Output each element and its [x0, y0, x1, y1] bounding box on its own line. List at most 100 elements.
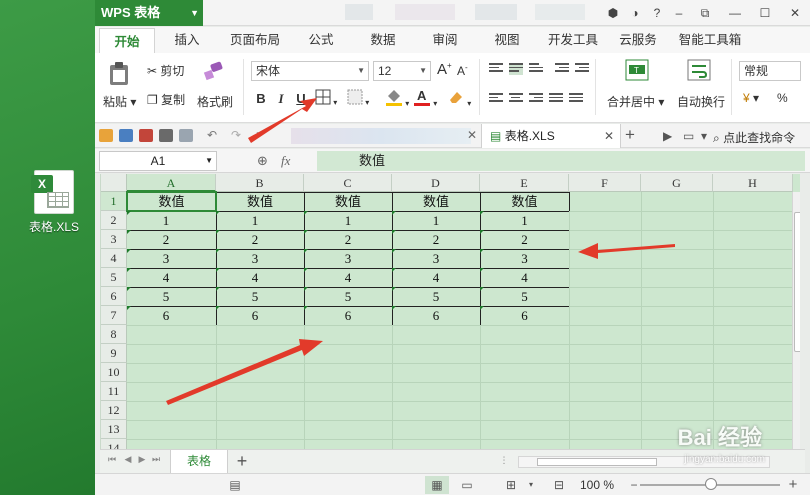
font-size-select[interactable]: 12 ▼ — [373, 61, 431, 81]
help-icon[interactable]: ? — [646, 6, 668, 20]
table-cell[interactable]: 4 — [304, 268, 392, 287]
underline-button[interactable]: U — [293, 91, 309, 106]
table-cell[interactable]: 2 — [480, 230, 569, 249]
table-cell[interactable]: 5 — [392, 287, 480, 306]
table-cell[interactable]: 1 — [216, 211, 294, 230]
row-header[interactable]: 2 — [101, 211, 127, 230]
minimize-window-icon[interactable]: — — [720, 6, 750, 20]
clear-format-button[interactable]: ▾ — [447, 88, 471, 109]
minimize-ribbon-icon[interactable]: – — [668, 6, 690, 20]
row-header[interactable]: 7 — [101, 306, 127, 325]
table-cell[interactable]: 6 — [127, 306, 205, 325]
new-tab-button[interactable]: + — [625, 125, 635, 145]
select-all-corner[interactable] — [101, 174, 127, 192]
table-cell[interactable]: 5 — [127, 287, 205, 306]
table-cell[interactable]: 1 — [304, 211, 392, 230]
row-header[interactable]: 3 — [101, 230, 127, 249]
column-header-d[interactable]: D — [392, 174, 480, 192]
borders-button[interactable]: ▾ — [315, 89, 337, 108]
tab-data[interactable]: 数据 — [363, 27, 403, 53]
wrap-text-button[interactable]: 自动换行 — [677, 93, 725, 110]
percent-button[interactable]: % — [777, 91, 788, 105]
column-header-c[interactable]: C — [304, 174, 392, 192]
decrease-indent-icon[interactable] — [555, 63, 569, 75]
table-cell[interactable]: 2 — [304, 230, 392, 249]
table-cell[interactable]: 5 — [216, 287, 294, 306]
font-name-select[interactable]: 宋体 ▼ — [251, 61, 369, 81]
table-cell[interactable]: 2 — [127, 230, 205, 249]
copy-button[interactable]: ❐ 复制 — [147, 91, 185, 108]
tab-developer[interactable]: 开发工具 — [543, 27, 603, 53]
column-header-b[interactable]: B — [216, 174, 304, 192]
print-icon[interactable] — [159, 129, 173, 142]
name-box[interactable]: A1 ▼ — [99, 151, 217, 171]
skin-icon[interactable]: ⬢ — [602, 6, 624, 20]
vertical-scrollbar[interactable] — [792, 192, 800, 449]
tab-home[interactable]: 开始 — [99, 28, 155, 54]
tab-menu-icon[interactable]: ⋮ — [498, 455, 510, 466]
formula-input[interactable]: 数值 — [317, 151, 805, 171]
tab-view[interactable]: 视图 — [487, 27, 527, 53]
page-layout-icon[interactable]: ▭ — [455, 476, 479, 494]
close-tab-icon[interactable]: ✕ — [604, 124, 614, 148]
table-cell[interactable]: 5 — [480, 287, 569, 306]
table-cell[interactable]: 3 — [216, 249, 294, 268]
table-cell[interactable]: 3 — [392, 249, 480, 268]
paste-label-button[interactable]: 粘贴 ▾ — [103, 93, 136, 110]
table-cell[interactable]: 4 — [216, 268, 294, 287]
insert-function-button[interactable]: fx — [281, 151, 290, 171]
export-pdf-icon[interactable] — [139, 129, 153, 142]
table-cell[interactable]: 3 — [304, 249, 392, 268]
save-icon[interactable] — [119, 129, 133, 142]
table-cell[interactable]: 4 — [392, 268, 480, 287]
column-header-f[interactable]: F — [569, 174, 641, 192]
tab-page-layout[interactable]: 页面布局 — [225, 27, 285, 53]
spreadsheet-grid[interactable]: A B C D E F G H 1 2 3 4 5 6 7 8 9 10 11 … — [100, 174, 800, 449]
table-cell[interactable]: 4 — [480, 268, 569, 287]
table-cell[interactable]: 5 — [304, 287, 392, 306]
zoom-slider-handle[interactable] — [705, 478, 717, 490]
app-menu-button[interactable]: WPS 表格 ▼ — [95, 0, 203, 26]
row-header[interactable]: 9 — [101, 344, 127, 363]
table-header-cell[interactable]: 数值 — [480, 192, 569, 211]
currency-button[interactable]: ¥ ▾ — [743, 91, 759, 105]
paste-button[interactable] — [107, 61, 131, 87]
fill-color-button[interactable]: ▾ — [385, 88, 409, 109]
table-cell[interactable]: 1 — [480, 211, 569, 230]
row-header[interactable]: 11 — [101, 382, 127, 401]
table-cell[interactable]: 6 — [216, 306, 294, 325]
table-cell[interactable]: 2 — [216, 230, 294, 249]
table-cell[interactable]: 2 — [392, 230, 480, 249]
table-cell[interactable]: 6 — [304, 306, 392, 325]
maximize-window-icon[interactable]: ☐ — [750, 6, 780, 20]
format-painter-icon[interactable] — [201, 61, 225, 86]
chevron-down-icon[interactable]: ▾ — [519, 476, 543, 494]
redo-icon[interactable]: ↷ — [231, 128, 241, 142]
tab-cloud[interactable]: 云服务 — [613, 27, 663, 53]
table-header-cell[interactable]: 数值 — [392, 192, 480, 211]
open-folder-icon[interactable] — [99, 129, 113, 142]
add-sheet-button[interactable]: + — [232, 450, 252, 474]
cut-button[interactable]: ✂ 剪切 — [147, 62, 184, 79]
scroll-thumb[interactable] — [537, 458, 657, 466]
undo-icon[interactable]: ↶ — [207, 128, 217, 142]
table-cell[interactable]: 6 — [392, 306, 480, 325]
sheet-tab-active[interactable]: 表格 — [170, 450, 228, 474]
desktop-file-xls[interactable]: X 表格.XLS — [28, 170, 80, 235]
table-cell[interactable]: 3 — [127, 249, 205, 268]
align-left-icon[interactable] — [489, 93, 503, 105]
last-sheet-icon[interactable]: ⏭ — [150, 454, 162, 465]
reading-mode-icon[interactable]: ⊟ — [547, 476, 571, 494]
chevron-down-icon[interactable]: ▼ — [255, 130, 263, 139]
increase-indent-icon[interactable] — [575, 63, 589, 75]
align-middle-icon[interactable] — [509, 63, 523, 75]
row-header[interactable]: 10 — [101, 363, 127, 382]
column-header-g[interactable]: G — [641, 174, 713, 192]
merge-center-icon[interactable]: T — [625, 59, 649, 84]
scroll-thumb[interactable] — [794, 212, 800, 352]
search-command-button[interactable]: ⌕ 点此查找命令 — [713, 129, 795, 146]
table-header-cell[interactable]: 数值 — [304, 192, 392, 211]
tab-insert[interactable]: 插入 — [167, 27, 207, 53]
table-header-cell[interactable]: 数值 — [216, 192, 304, 211]
tab-review[interactable]: 审阅 — [425, 27, 465, 53]
